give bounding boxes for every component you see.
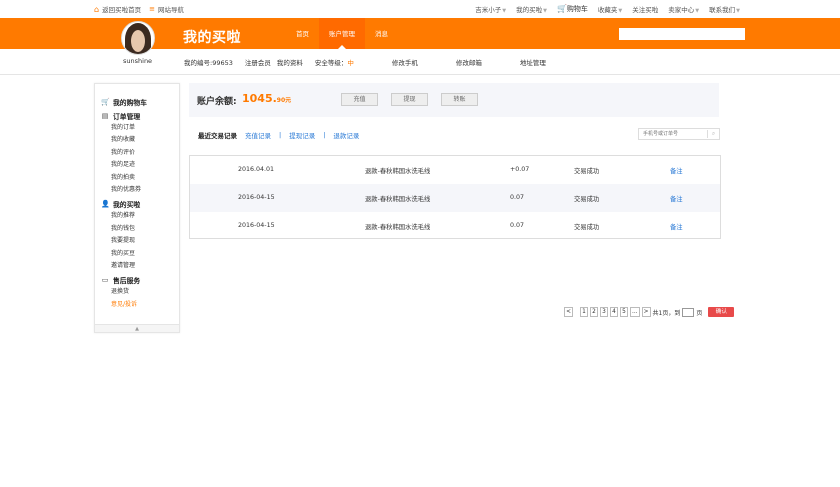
tab-withdraw-records[interactable]: 提现记录: [289, 130, 315, 140]
home-icon: ⌂: [94, 4, 100, 14]
nav-account[interactable]: 账户管理: [319, 18, 365, 49]
note-link[interactable]: 备注: [670, 222, 683, 231]
transfer-button[interactable]: 转账: [441, 93, 478, 106]
home-link[interactable]: ⌂ 返回买啦首页: [94, 4, 141, 15]
sidebar-item-referrals[interactable]: 我的推荐: [95, 210, 179, 222]
member-number: 我的编号:99653: [184, 59, 233, 67]
card-icon: ▭: [101, 276, 109, 285]
chevron-down-icon: ▼: [736, 8, 740, 14]
page-button-3[interactable]: 3: [600, 307, 608, 317]
search-icon[interactable]: ⌕: [707, 130, 719, 138]
sidebar-item-withdraw[interactable]: 我要提现: [95, 235, 179, 247]
sidebar-item-favorites[interactable]: 我的收藏: [95, 134, 179, 146]
change-phone-link[interactable]: 修改手机: [392, 57, 418, 67]
cart-icon: 🛒: [101, 98, 110, 106]
page-button-4[interactable]: 4: [610, 307, 618, 317]
favorites-menu[interactable]: 收藏夹▼: [598, 4, 622, 14]
sidebar-item-auctions[interactable]: 我的拍卖: [95, 172, 179, 184]
follow-link[interactable]: 关注买啦: [632, 4, 658, 14]
document-icon: ▤: [101, 112, 109, 120]
security-level: 安全等级：中: [314, 59, 354, 67]
transactions-table: 2016.04.01 退款-春秋韩国水洗毛线 +0.07 交易成功 备注 201…: [189, 155, 721, 239]
pagination: < 1 2 3 4 5 ... > 共1页，到 页 确认: [564, 307, 735, 317]
address-link[interactable]: 地址管理: [520, 57, 546, 67]
avatar[interactable]: [121, 21, 155, 55]
chevron-down-icon: ▼: [502, 8, 507, 14]
security-level-value: 中: [347, 59, 354, 67]
note-link[interactable]: 备注: [670, 166, 683, 175]
sidebar-item-invites[interactable]: 邀请管理: [95, 260, 179, 272]
user-menu[interactable]: 吉米小子▼: [475, 4, 506, 14]
main-nav: 首页 账户管理 消息: [286, 18, 398, 49]
search-input[interactable]: [619, 28, 745, 40]
record-tabs: 最近交易记录 充值记录 | 提现记录 | 退款记录: [198, 130, 360, 140]
sidebar-item-returns[interactable]: 退换货: [95, 286, 179, 298]
confirm-button[interactable]: 确认: [708, 307, 735, 317]
chevron-up-icon: ▲: [135, 326, 139, 332]
cart-link[interactable]: 🛒购物车: [557, 4, 588, 14]
chevron-down-icon: ▼: [543, 8, 547, 14]
page-button-2[interactable]: 2: [590, 307, 598, 317]
page-number-input[interactable]: [682, 307, 695, 317]
chevron-down-icon: ▼: [618, 8, 623, 14]
sidebar-section-my-maila[interactable]: 👤 我的买啦: [95, 198, 179, 210]
page-logo: 我的买啦: [183, 30, 241, 46]
nav-home[interactable]: 首页: [286, 18, 319, 49]
page-button-5[interactable]: 5: [620, 307, 628, 317]
change-email-link[interactable]: 修改邮箱: [456, 57, 482, 67]
recharge-button[interactable]: 充值: [341, 93, 378, 106]
sidebar-item-beans[interactable]: 我的买豆: [95, 248, 179, 260]
balance-amount: 1045.90元: [242, 92, 292, 105]
table-row: 2016-04-15 退款-春秋韩国水洗毛线 0.07 交易成功 备注: [238, 222, 683, 231]
cart-icon: 🛒: [556, 4, 567, 13]
top-bar: ⌂ 返回买啦首页 ≡ 网站导航 吉米小子▼ 我的买啦▼ 🛒购物车 收藏夹▼ 关注买啦…: [0, 0, 840, 18]
withdraw-button[interactable]: 提现: [391, 93, 428, 106]
chevron-down-icon: ▼: [695, 8, 700, 14]
grid-icon: ≡: [149, 5, 155, 13]
page-unit: 页: [696, 309, 703, 317]
collapse-sidebar-button[interactable]: ▲: [95, 324, 179, 332]
recent-records-title: 最近交易记录: [198, 132, 237, 140]
tab-refund-records[interactable]: 退款记录: [333, 130, 359, 140]
record-search-input[interactable]: [639, 129, 707, 139]
balance-panel: 账户余额: 1045.90元 充值 提现 转账: [189, 83, 719, 117]
contact-menu[interactable]: 联系我们▼: [709, 4, 740, 14]
balance-label: 账户余额:: [197, 97, 237, 107]
sidebar-item-reviews[interactable]: 我的评价: [95, 147, 179, 159]
seller-center-menu[interactable]: 卖家中心▼: [668, 4, 699, 14]
sidebar-item-feedback[interactable]: 意见/投诉: [95, 299, 179, 311]
user-icon: 👤: [101, 200, 110, 209]
prev-page-button[interactable]: <: [564, 307, 573, 317]
sidebar: 🛒 我的购物车 ▤ 订单管理 我的订单 我的收藏 我的评价 我的足迹 我的拍卖 我的…: [94, 83, 180, 333]
record-search: ⌕: [638, 128, 720, 140]
page-button-1[interactable]: 1: [580, 307, 588, 317]
tab-recharge-records[interactable]: 充值记录: [245, 130, 271, 140]
site-nav-link[interactable]: ≡ 网站导航: [149, 4, 184, 14]
note-link[interactable]: 备注: [670, 194, 683, 203]
page-total: 共1页，到: [652, 309, 681, 317]
table-row: 2016-04-15 退款-春秋韩国水洗毛线 0.07 交易成功 备注: [190, 184, 720, 212]
register-member-link[interactable]: 注册会员: [245, 57, 271, 67]
sidebar-item-footprints[interactable]: 我的足迹: [95, 159, 179, 171]
sidebar-section-orders[interactable]: ▤ 订单管理: [95, 110, 179, 122]
nav-messages[interactable]: 消息: [365, 18, 398, 49]
page-ellipsis: ...: [630, 307, 640, 317]
sidebar-section-aftersales[interactable]: ▭ 售后服务: [95, 274, 179, 286]
next-page-button[interactable]: >: [641, 307, 651, 317]
my-profile-link[interactable]: 我的资料: [277, 57, 303, 67]
sidebar-item-my-orders[interactable]: 我的订单: [95, 122, 179, 134]
table-row: 2016.04.01 退款-春秋韩国水洗毛线 +0.07 交易成功 备注: [238, 166, 683, 175]
sidebar-section-cart[interactable]: 🛒 我的购物车: [95, 96, 179, 108]
sidebar-item-wallet[interactable]: 我的钱包: [95, 223, 179, 235]
my-maila-menu[interactable]: 我的买啦▼: [516, 4, 547, 14]
sidebar-item-coupons[interactable]: 我的优惠券: [95, 184, 179, 196]
username: sunshine: [123, 57, 153, 65]
